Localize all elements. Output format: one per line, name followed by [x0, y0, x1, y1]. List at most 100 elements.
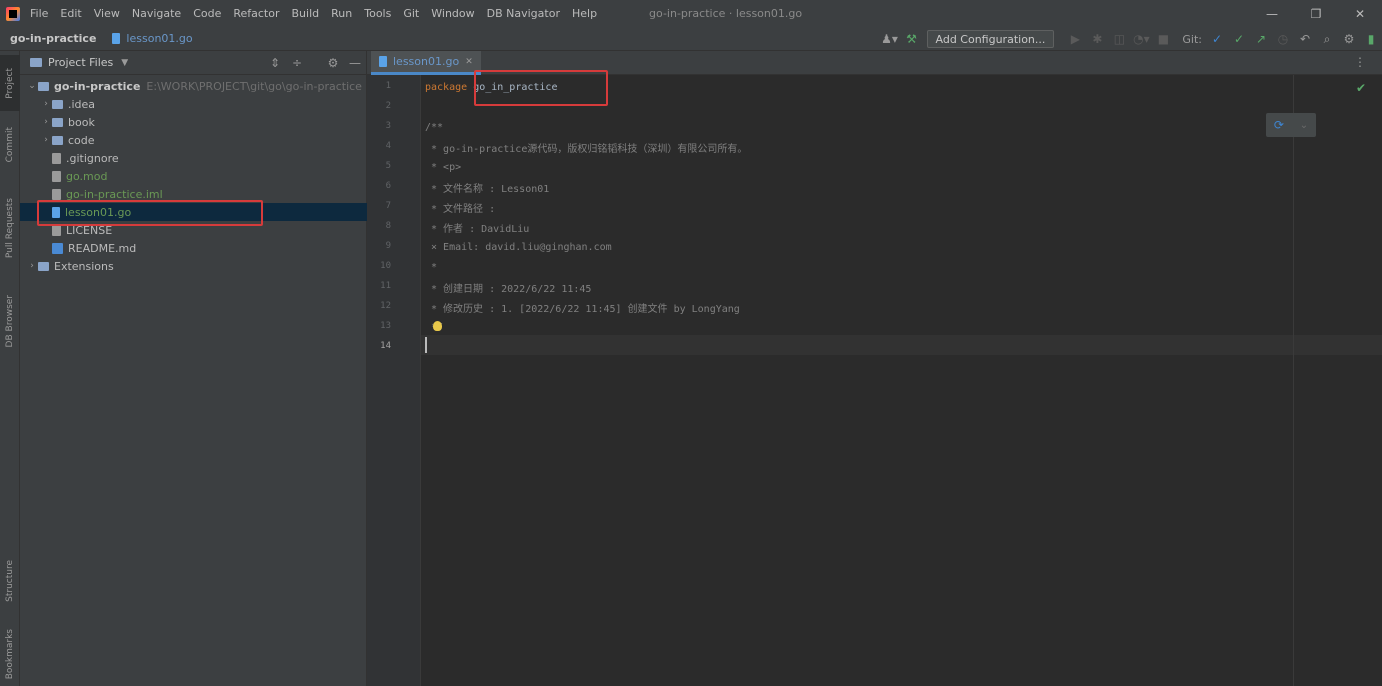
navigation-bar: go-in-practice lesson01.go ♟▾ ⚒ Add Conf… — [0, 27, 1382, 51]
collapse-arrow-icon[interactable]: › — [40, 135, 52, 145]
folder-icon — [52, 99, 63, 109]
menu-build[interactable]: Build — [292, 7, 320, 20]
git-push-icon[interactable]: ↗ — [1250, 27, 1272, 51]
close-window-button[interactable]: ✕ — [1338, 0, 1382, 27]
breadcrumb-file-label: lesson01.go — [126, 32, 193, 45]
code-line-8: * 作者 : DavidLiu — [425, 223, 530, 235]
highlight-box-package-name — [474, 70, 608, 106]
goland-logo-icon — [6, 6, 20, 21]
profile-icon[interactable]: ◔▾ — [1130, 27, 1152, 51]
folder-icon — [52, 117, 63, 127]
tool-window-db-browser[interactable]: DB Browser — [0, 283, 20, 359]
stop-icon[interactable]: ■ — [1152, 27, 1174, 51]
breadcrumb-project[interactable]: go-in-practice — [10, 32, 96, 45]
collapse-arrow-icon[interactable]: › — [40, 117, 52, 127]
window-controls: — ❐ ✕ — [1250, 0, 1382, 27]
menu-view[interactable]: View — [94, 7, 120, 20]
code-line-7: * 文件路径 : — [425, 203, 496, 215]
reload-changes-popup: ⟳ ⌄ — [1266, 113, 1316, 137]
tree-node-idea[interactable]: › .idea — [20, 95, 367, 113]
close-tab-icon[interactable]: ✕ — [465, 57, 473, 67]
text-file-icon — [52, 224, 61, 236]
hide-panel-icon[interactable]: — — [344, 56, 366, 70]
menu-help[interactable]: Help — [572, 7, 597, 20]
line-number: 12 — [380, 301, 391, 311]
menu-run[interactable]: Run — [331, 7, 352, 20]
menu-db-navigator[interactable]: DB Navigator — [487, 7, 560, 20]
code-editor[interactable]: package go_in_practice /** * go-in-pract… — [421, 75, 1382, 686]
tree-node-label: go.mod — [66, 169, 108, 183]
editor-gutter: 1 2 3 4 5 6 7 8 9 10 11 12 13 14 — [367, 75, 421, 686]
panel-options-gear-icon[interactable]: ⚙ — [322, 56, 344, 70]
tool-window-bookmarks[interactable]: Bookmarks — [0, 623, 20, 685]
rollback-icon[interactable]: ↶ — [1294, 27, 1316, 51]
expand-all-icon[interactable]: ⇕ — [264, 56, 286, 70]
window-title: go-in-practice · lesson01.go — [649, 7, 803, 20]
menu-navigate[interactable]: Navigate — [132, 7, 181, 20]
project-panel: Project Files ▼ ⇕ ÷ ⚙ — ⌄ go-in-practice… — [20, 51, 367, 686]
highlight-box-lesson01-file — [37, 200, 263, 226]
tree-node-code[interactable]: › code — [20, 131, 367, 149]
chevron-down-icon[interactable]: ▼ — [121, 58, 128, 68]
tree-node-extensions[interactable]: › Extensions — [20, 257, 367, 275]
settings-gear-icon[interactable]: ⚙ — [1338, 27, 1360, 51]
breadcrumb-file[interactable]: lesson01.go — [112, 32, 193, 45]
menu-edit[interactable]: Edit — [60, 7, 81, 20]
line-number: 11 — [380, 281, 391, 291]
tree-node-label: README.md — [68, 241, 137, 255]
search-icon[interactable]: ⌕ — [1316, 27, 1338, 51]
tree-node-root[interactable]: ⌄ go-in-practice E:\WORK\PROJECT\git\go\… — [20, 77, 367, 95]
menu-file[interactable]: File — [30, 7, 48, 20]
expand-arrow-icon[interactable]: ⌄ — [26, 81, 38, 91]
lightbulb-intention-icon[interactable] — [433, 321, 442, 331]
menu-tools[interactable]: Tools — [364, 7, 391, 20]
coverage-icon[interactable]: ◫ — [1108, 27, 1130, 51]
line-number: 2 — [385, 101, 391, 111]
project-view-selector[interactable]: Project Files — [48, 56, 113, 69]
minimize-button[interactable]: — — [1250, 0, 1294, 27]
code-line-12: * 修改历史 : 1. [2022/6/22 11:45] 创建文件 by Lo… — [425, 303, 740, 315]
ide-status-icon: ▮ — [1367, 32, 1375, 46]
tool-window-commit[interactable]: Commit — [0, 117, 20, 173]
line-number: 5 — [385, 161, 391, 171]
git-commit-icon[interactable]: ✓ — [1228, 27, 1250, 51]
tree-node-gomod[interactable]: go.mod — [20, 167, 367, 185]
menu-git[interactable]: Git — [403, 7, 419, 20]
project-files-icon — [30, 58, 42, 67]
run-icon[interactable]: ▶ — [1064, 27, 1086, 51]
code-line-3: /** — [425, 121, 444, 133]
tool-window-pull-requests[interactable]: Pull Requests — [0, 183, 20, 273]
tree-node-label: go-in-practice — [54, 79, 141, 93]
tree-node-readme[interactable]: README.md — [20, 239, 367, 257]
tool-window-project[interactable]: Project — [0, 55, 20, 111]
line-number: 13 — [380, 321, 391, 331]
restore-button[interactable]: ❐ — [1294, 0, 1338, 27]
menu-refactor[interactable]: Refactor — [233, 7, 279, 20]
right-margin-guide — [1293, 75, 1294, 686]
project-panel-header: Project Files ▼ ⇕ ÷ ⚙ — — [20, 51, 366, 75]
build-hammer-icon[interactable]: ⚒ — [901, 27, 923, 51]
git-update-icon[interactable]: ✓ — [1206, 27, 1228, 51]
code-line-5: * <p> — [425, 161, 462, 173]
inspection-ok-check-icon[interactable]: ✔ — [1356, 81, 1366, 95]
collapse-arrow-icon[interactable]: › — [26, 261, 38, 271]
menu-code[interactable]: Code — [193, 7, 221, 20]
chevron-down-icon[interactable]: ⌄ — [1300, 120, 1308, 131]
tool-window-structure[interactable]: Structure — [0, 546, 20, 616]
code-line-9: × Email: david.liu@ginghan.com — [425, 241, 612, 253]
markdown-file-icon — [52, 242, 63, 254]
git-history-icon[interactable]: ◷ — [1272, 27, 1294, 51]
editor-tab-lesson01[interactable]: lesson01.go ✕ — [371, 51, 481, 75]
tree-node-gitignore[interactable]: .gitignore — [20, 149, 367, 167]
line-number: 9 — [385, 241, 391, 251]
user-icon[interactable]: ♟▾ — [879, 27, 901, 51]
tree-node-book[interactable]: › book — [20, 113, 367, 131]
menu-window[interactable]: Window — [431, 7, 474, 20]
reload-icon[interactable]: ⟳ — [1274, 118, 1284, 132]
more-options-icon[interactable]: ⋮ — [1354, 55, 1366, 69]
collapse-all-icon[interactable]: ÷ — [286, 56, 308, 70]
module-folder-icon — [38, 81, 49, 91]
debug-icon[interactable]: ✱ — [1086, 27, 1108, 51]
add-configuration-button[interactable]: Add Configuration... — [926, 30, 1055, 48]
collapse-arrow-icon[interactable]: › — [40, 99, 52, 109]
